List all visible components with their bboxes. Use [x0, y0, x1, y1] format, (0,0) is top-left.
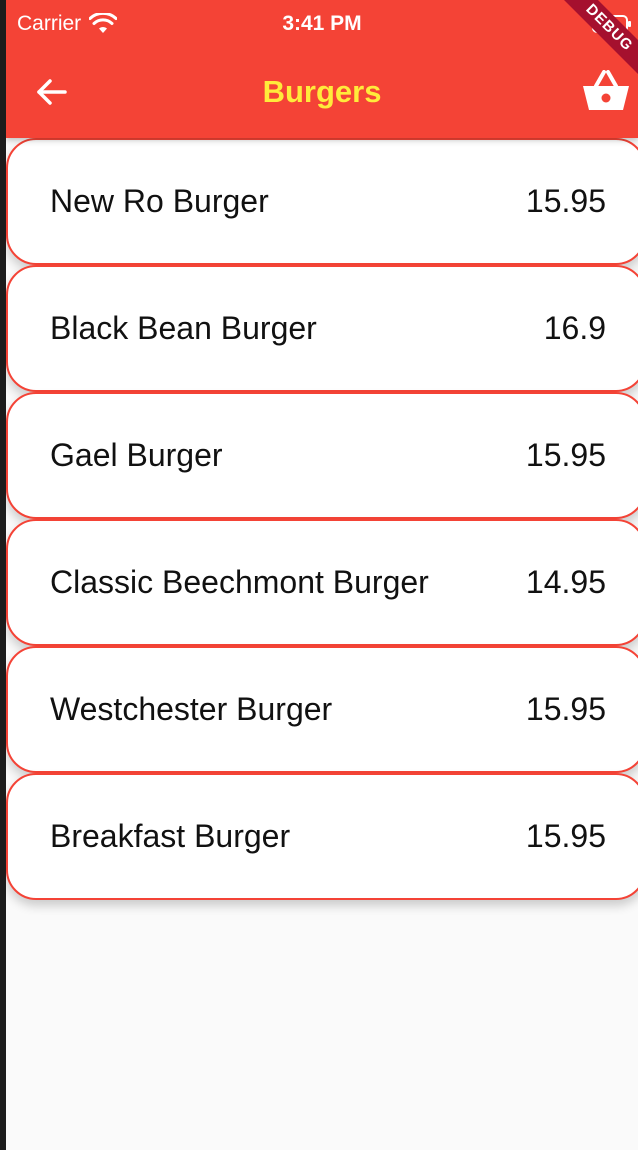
item-price: 15.95 [525, 818, 606, 854]
item-name: Classic Beechmont Burger [50, 564, 429, 600]
cart-button[interactable] [578, 68, 634, 118]
list-item[interactable]: Classic Beechmont Burger 14.95 [6, 519, 638, 646]
status-bar: Carrier 3:41 PM [6, 0, 638, 50]
list-item[interactable]: Breakfast Burger 15.95 [6, 773, 638, 900]
item-price: 16.9 [543, 310, 606, 346]
list-item[interactable]: Gael Burger 15.95 [6, 392, 638, 519]
item-price: 15.95 [525, 437, 606, 473]
app-bar: Carrier 3:41 PM Burgers [6, 0, 638, 138]
basket-icon [582, 69, 630, 117]
item-name: Gael Burger [50, 437, 223, 473]
item-name: Black Bean Burger [50, 310, 317, 346]
menu-list: New Ro Burger 15.95 Black Bean Burger 16… [6, 138, 638, 900]
list-item[interactable]: Black Bean Burger 16.9 [6, 265, 638, 392]
list-item[interactable]: Westchester Burger 15.95 [6, 646, 638, 773]
page-title: Burgers [262, 74, 382, 109]
item-price: 14.95 [525, 564, 606, 600]
toolbar: Burgers [6, 50, 638, 138]
list-item[interactable]: New Ro Burger 15.95 [6, 138, 638, 265]
item-name: Breakfast Burger [50, 818, 291, 854]
status-time: 3:41 PM [282, 12, 362, 35]
item-name: Westchester Burger [50, 691, 333, 727]
item-price: 15.95 [525, 691, 606, 727]
item-price: 15.95 [525, 183, 606, 219]
item-name: New Ro Burger [50, 183, 269, 219]
phone-screen: Carrier 3:41 PM Burgers New Ro Burger 15… [6, 0, 638, 1150]
